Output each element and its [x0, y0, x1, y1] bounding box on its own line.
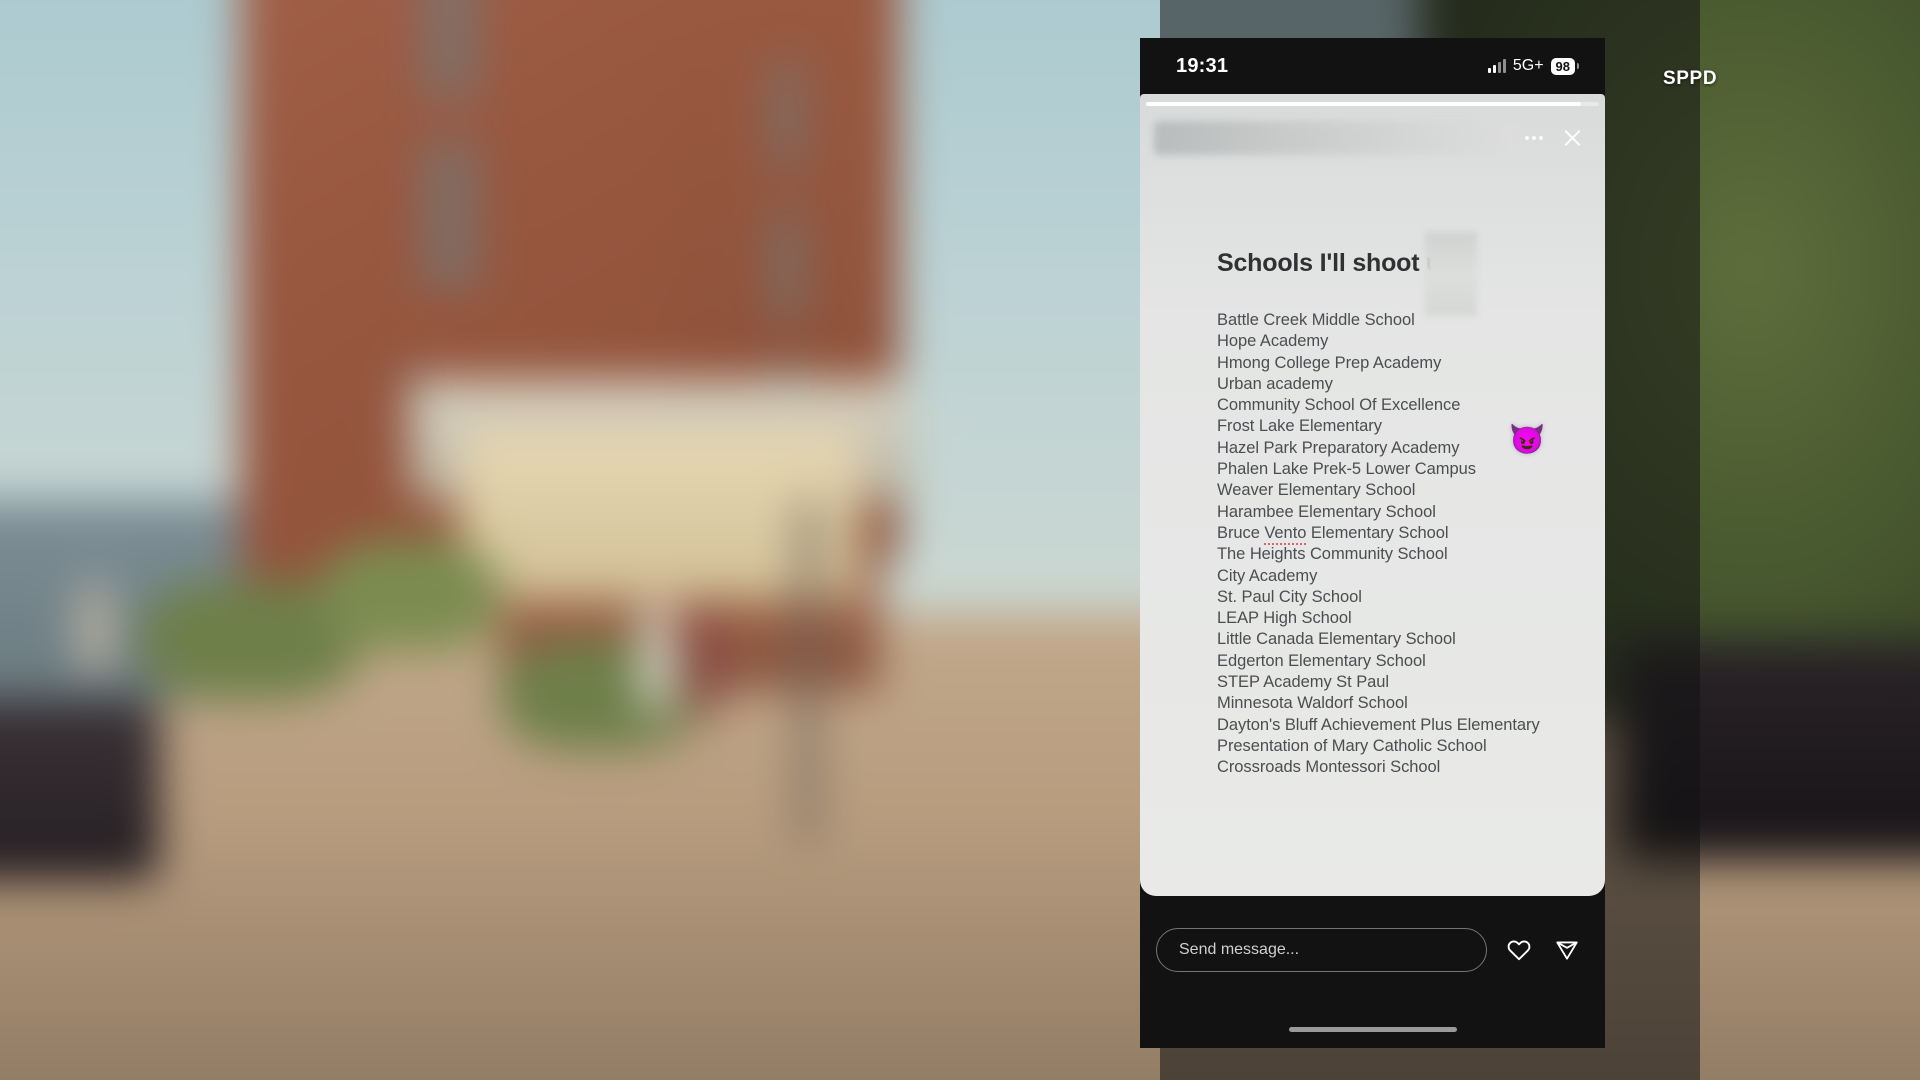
ellipsis-icon[interactable]	[1517, 121, 1551, 155]
close-icon[interactable]	[1553, 119, 1591, 157]
background-person	[685, 605, 721, 713]
background-window	[420, 0, 480, 100]
paper-plane-icon[interactable]	[1551, 928, 1583, 972]
school-list-item: St. Paul City School	[1217, 587, 1362, 606]
sppd-watermark: SPPD	[1663, 68, 1718, 89]
school-list-item: Dayton's Bluff Achievement Plus Elementa…	[1217, 715, 1540, 734]
story-progress-fill	[1146, 102, 1581, 106]
status-bar-time: 19:31	[1176, 54, 1229, 77]
background-window	[770, 210, 804, 320]
school-list-item: Harambee Elementary School	[1217, 502, 1436, 521]
background-person	[80, 580, 110, 672]
status-bar-indicators: 5G+ 98	[1487, 57, 1575, 75]
school-list-item: The Heights Community School	[1217, 545, 1448, 564]
battery-indicator: 98	[1550, 57, 1575, 75]
message-input[interactable]	[1156, 928, 1487, 972]
school-list-item: Battle Creek Middle School	[1217, 311, 1415, 329]
network-type-label: 5G+	[1512, 57, 1544, 74]
story-progress-bar	[1146, 102, 1599, 106]
story-reply-bar	[1140, 896, 1605, 1048]
school-list-item: Urban academy	[1217, 374, 1333, 393]
school-list-item: Community School Of Excellence	[1217, 396, 1461, 415]
status-bar: 19:31 5G+ 98	[1140, 38, 1605, 94]
signal-bars-icon	[1487, 59, 1506, 73]
school-list-item: Hope Academy	[1217, 332, 1329, 351]
background-car	[0, 700, 160, 880]
title-redaction-block	[1425, 232, 1477, 316]
school-list-item: Crossroads Montessori School	[1217, 758, 1441, 777]
school-list-item: Weaver Elementary School	[1217, 481, 1416, 500]
blurred-news-background	[0, 0, 1920, 1080]
school-list-item: STEP Academy St Paul	[1217, 673, 1390, 692]
school-list-item: Bruce Vento Elementary School	[1217, 523, 1587, 545]
heart-icon[interactable]	[1503, 928, 1535, 972]
note-title: Schools I'll shoot up	[1217, 249, 1457, 277]
background-pole	[800, 500, 816, 840]
school-list-item: Edgerton Elementary School	[1217, 651, 1426, 670]
story-author-redacted	[1154, 121, 1517, 155]
background-shrub	[320, 540, 500, 650]
school-list-item: Little Canada Elementary School	[1217, 630, 1456, 649]
home-indicator	[1288, 1027, 1457, 1032]
school-list-item: Minnesota Waldorf School	[1217, 694, 1408, 713]
school-list: Battle Creek Middle School Hope Academy Hm…	[1217, 310, 1587, 779]
background-person	[640, 600, 674, 710]
smiling-imp-emoji: 😈	[1509, 424, 1546, 456]
school-list-item: City Academy	[1217, 566, 1318, 585]
spellcheck-underlined-word: Vento	[1264, 523, 1306, 545]
school-list-item: Presentation of Mary Catholic School	[1217, 736, 1487, 755]
instagram-story-card: Schools I'll shoot up Battle Creek Middl…	[1140, 94, 1605, 896]
school-list-item: Phalen Lake Prek-5 Lower Campus	[1217, 460, 1476, 479]
phone-screenshot: 19:31 5G+ 98 Schools I'll shoot up Battl…	[1140, 38, 1605, 1048]
background-window	[770, 60, 804, 170]
school-list-item: LEAP High School	[1217, 609, 1352, 628]
story-header	[1140, 112, 1605, 164]
school-list-item: Hmong College Prep Academy	[1217, 353, 1442, 372]
background-window	[420, 140, 480, 290]
